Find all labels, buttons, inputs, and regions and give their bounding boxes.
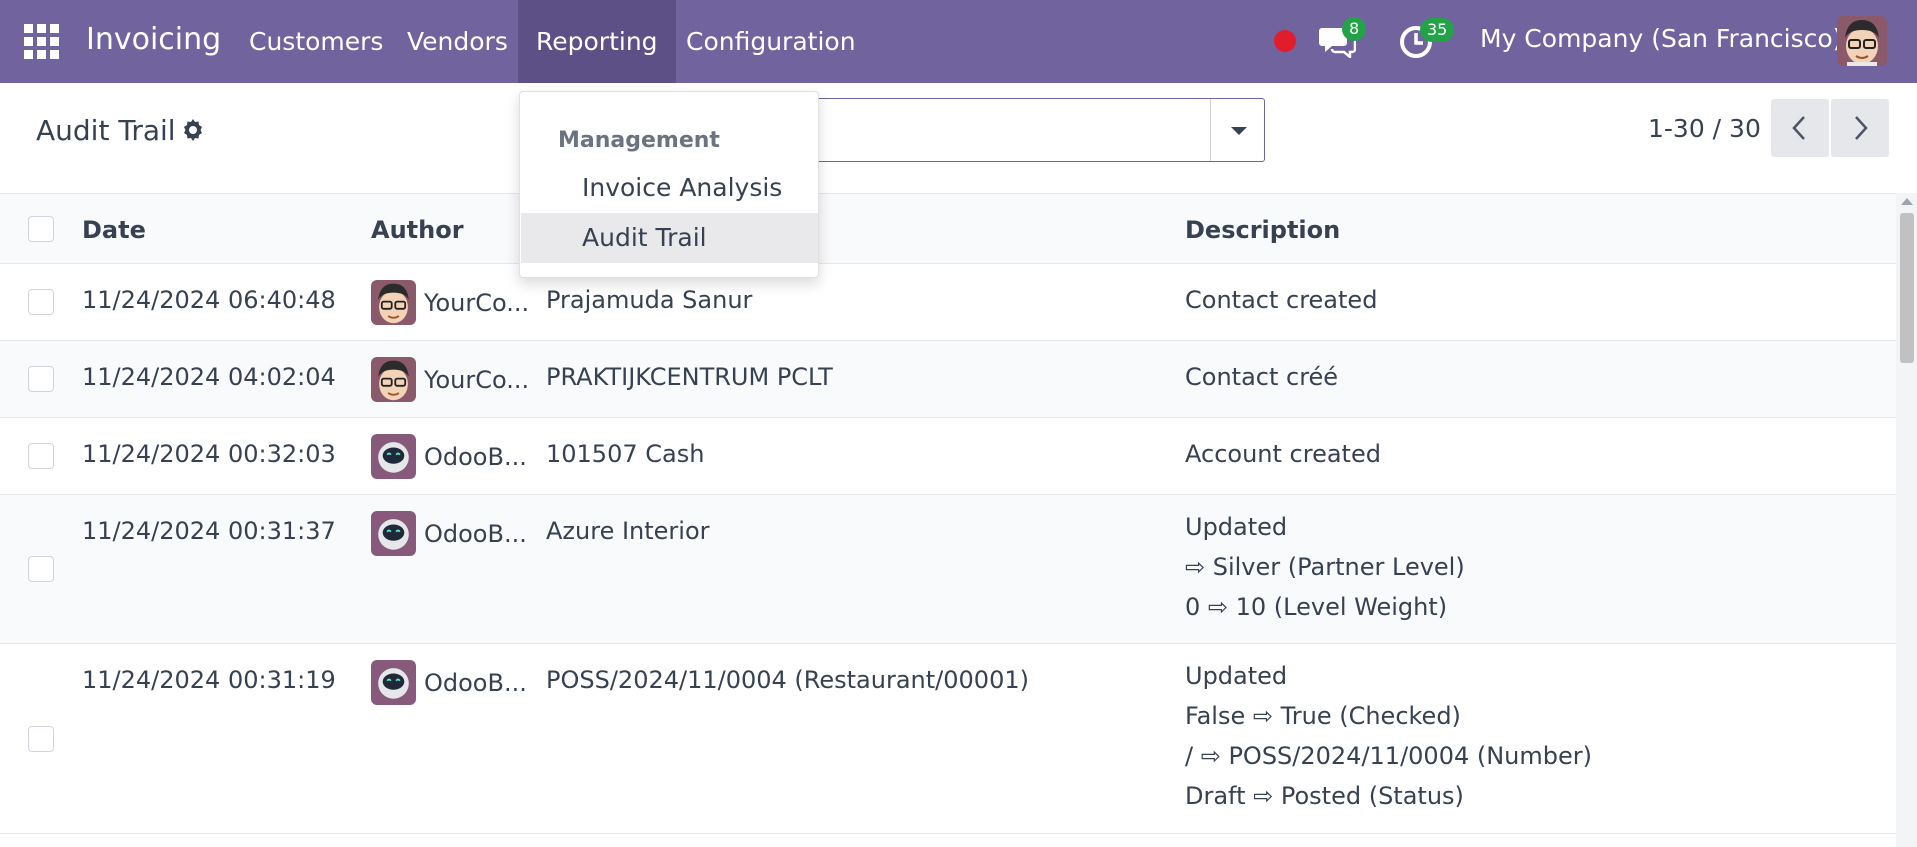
column-header-description[interactable]: Description (1185, 216, 1340, 244)
pager-next-button[interactable] (1831, 99, 1889, 157)
row-author: YourCo... (424, 366, 530, 394)
description-line: ⇨ Silver (Partner Level) (1185, 553, 1465, 581)
menu-item-audit-trail[interactable]: Audit Trail (521, 213, 818, 263)
reporting-dropdown-menu: Management Invoice Analysis Audit Trail (519, 91, 819, 278)
top-navbar: Invoicing Customers Vendors Reporting Co… (0, 0, 1917, 83)
scroll-up-arrow-icon[interactable] (1901, 198, 1913, 205)
table-row[interactable]: 11/24/2024 00:32:03 OdooB... 101507 Cash… (0, 418, 1896, 495)
description-line: Draft ⇨ Posted (Status) (1185, 782, 1464, 810)
description-line: False ⇨ True (Checked) (1185, 702, 1461, 730)
pager-previous-button[interactable] (1771, 99, 1829, 157)
recording-indicator-icon[interactable] (1274, 30, 1296, 52)
row-description: Account created (1185, 440, 1381, 468)
row-description: Updated False ⇨ True (Checked) / ⇨ POSS/… (1185, 656, 1592, 816)
description-line: Account created (1185, 440, 1381, 468)
row-checkbox[interactable] (28, 443, 54, 469)
bot-avatar (371, 434, 416, 479)
pager-value[interactable]: 1-30 / 30 (1648, 114, 1761, 143)
column-header-author[interactable]: Author (371, 216, 464, 244)
row-date: 11/24/2024 00:31:37 (82, 517, 336, 545)
activity-badge: 35 (1420, 18, 1455, 42)
app-name[interactable]: Invoicing (86, 22, 221, 57)
table-row[interactable]: 11/24/2024 04:02:04 YourCo... PRAKTIJKCE… (0, 341, 1896, 418)
row-author: YourCo... (424, 289, 530, 317)
messages-badge: 8 (1342, 17, 1367, 41)
description-line: 0 ⇨ 10 (Level Weight) (1185, 593, 1448, 621)
table-header: Date Author Description (0, 193, 1896, 264)
apps-menu-icon[interactable] (24, 24, 68, 59)
user-avatar (371, 280, 416, 325)
row-description: Contact created (1185, 286, 1377, 314)
row-record: 101507 Cash (546, 440, 705, 468)
row-checkbox[interactable] (28, 556, 54, 582)
row-author: OdooB... (424, 520, 527, 548)
row-author: OdooB... (424, 443, 527, 471)
menu-configuration[interactable]: Configuration (668, 0, 874, 83)
table-row[interactable]: 11/24/2024 00:31:19 OdooB... POSS/2024/1… (0, 644, 1896, 834)
search-input[interactable] (790, 98, 1265, 162)
description-line: Updated (1185, 662, 1288, 690)
row-record: POSS/2024/11/0004 (Restaurant/00001) (546, 666, 1029, 694)
menu-item-invoice-analysis[interactable]: Invoice Analysis (521, 163, 818, 213)
row-description: Updated ⇨ Silver (Partner Level) 0 ⇨ 10 … (1185, 507, 1465, 627)
row-date: 11/24/2024 04:02:04 (82, 363, 336, 391)
menu-customers[interactable]: Customers (231, 0, 401, 83)
company-switcher[interactable]: My Company (San Francisco) (1480, 24, 1842, 53)
menu-vendors[interactable]: Vendors (389, 0, 526, 83)
row-author: OdooB... (424, 669, 527, 697)
description-line: Contact créé (1185, 363, 1339, 391)
row-date: 11/24/2024 00:31:19 (82, 666, 336, 694)
bot-avatar (371, 660, 416, 705)
row-checkbox[interactable] (28, 726, 54, 752)
audit-trail-list: Date Author Description 11/24/2024 06:40… (0, 193, 1896, 847)
row-record: Prajamuda Sanur (546, 286, 753, 314)
description-line: Contact created (1185, 286, 1378, 314)
dropdown-section-header: Management (558, 128, 720, 153)
row-date: 11/24/2024 06:40:48 (82, 286, 336, 314)
search-options-toggle-icon[interactable] (1210, 99, 1264, 161)
bot-avatar (371, 511, 416, 556)
scrollbar-thumb[interactable] (1900, 213, 1914, 363)
row-checkbox[interactable] (28, 289, 54, 315)
description-line: / ⇨ POSS/2024/11/0004 (Number) (1185, 742, 1593, 770)
table-row[interactable]: 11/24/2024 00:31:37 OdooB... Azure Inter… (0, 495, 1896, 644)
row-checkbox[interactable] (28, 366, 54, 392)
page-title: Audit Trail (36, 114, 176, 147)
gear-icon[interactable] (181, 118, 205, 142)
user-avatar[interactable] (1837, 16, 1887, 66)
table-row[interactable]: 11/24/2024 06:40:48 YourCo... Prajamuda … (0, 264, 1896, 341)
menu-reporting[interactable]: Reporting (518, 0, 676, 83)
row-date: 11/24/2024 00:32:03 (82, 440, 336, 468)
column-header-date[interactable]: Date (82, 216, 146, 244)
description-line: Updated (1185, 513, 1288, 541)
row-record: PRAKTIJKCENTRUM PCLT (546, 363, 833, 391)
user-avatar (371, 357, 416, 402)
row-description: Contact créé (1185, 363, 1338, 391)
row-record: Azure Interior (546, 517, 710, 545)
select-all-checkbox[interactable] (28, 216, 54, 242)
